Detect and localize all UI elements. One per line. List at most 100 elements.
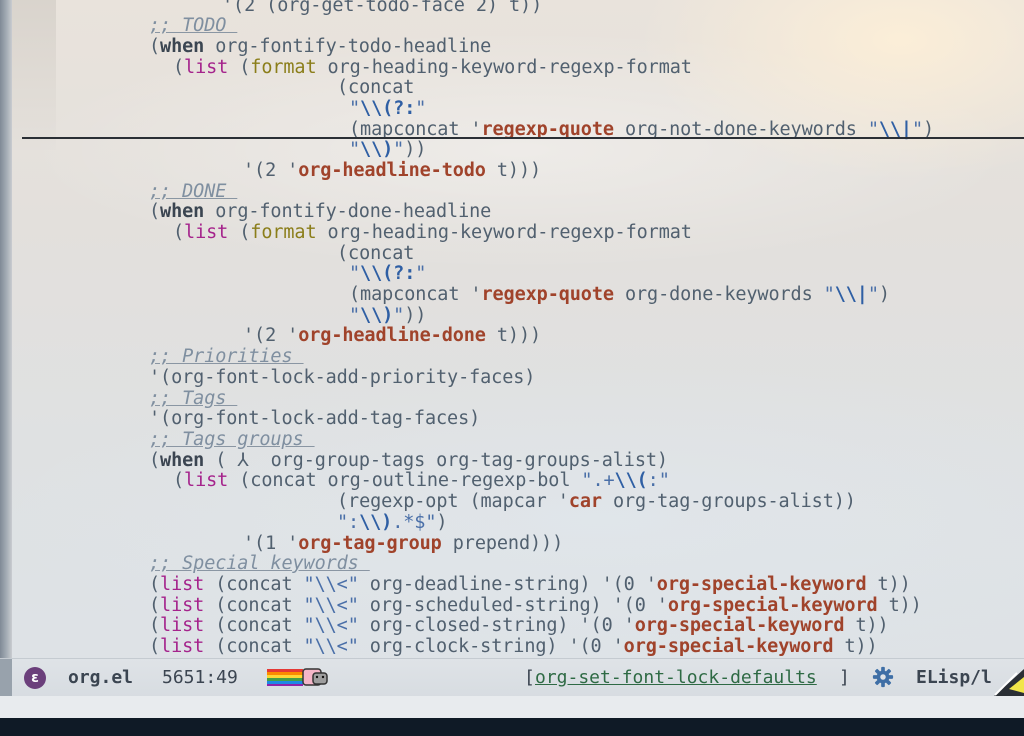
code-token: org-heading-keyword-regexp-format bbox=[316, 222, 692, 243]
code-token: list bbox=[160, 574, 205, 595]
code-token: org-closed-string) '(0 ' bbox=[358, 615, 635, 636]
code-token: ( bbox=[228, 222, 251, 243]
code-token: car bbox=[568, 491, 602, 512]
code-line[interactable]: (list (format org-heading-keyword-regexp… bbox=[173, 58, 692, 78]
code-line[interactable]: (list (concat "\\<" org-deadline-string)… bbox=[149, 575, 911, 595]
code-token: prepend))) bbox=[441, 533, 564, 554]
code-line[interactable]: '(org-font-lock-add-priority-faces) bbox=[149, 368, 535, 388]
code-buffer[interactable]: '(2 (org-get-todo-face 2) t));; TODO (wh… bbox=[0, 0, 1024, 658]
code-token: ( bbox=[149, 574, 161, 595]
buffer-name[interactable]: org.el bbox=[68, 667, 133, 688]
code-line[interactable]: ;; Priorities bbox=[149, 347, 304, 367]
code-token: \\(?: bbox=[360, 98, 416, 119]
code-token: list bbox=[184, 470, 229, 491]
code-token: " bbox=[415, 263, 427, 284]
code-line[interactable]: "\\(?:" bbox=[349, 264, 426, 284]
code-line[interactable]: (list (concat "\\<" org-clock-string) '(… bbox=[149, 637, 878, 657]
code-token: org-headline-todo bbox=[298, 160, 486, 181]
code-token: (concat bbox=[204, 636, 304, 657]
code-line[interactable]: '(2 'org-headline-todo t))) bbox=[243, 161, 541, 181]
code-token: '(org-font-lock-add-tag-faces) bbox=[149, 408, 481, 429]
code-line[interactable]: ;; DONE bbox=[149, 182, 237, 202]
emacs-icon[interactable]: ε bbox=[24, 667, 46, 689]
code-line[interactable]: ;; TODO bbox=[149, 16, 237, 36]
code-token: ": bbox=[337, 512, 360, 533]
code-token: list bbox=[184, 222, 229, 243]
code-line[interactable]: "\\)")) bbox=[349, 140, 426, 160]
code-token: org-clock-string) '(0 ' bbox=[358, 636, 624, 657]
code-token: org-fontify-todo-headline bbox=[204, 36, 492, 57]
code-token: ( bbox=[228, 57, 251, 78]
code-line[interactable]: '(2 'org-headline-done t))) bbox=[243, 326, 541, 346]
code-line[interactable]: (when ( ⅄ org-group-tags org-tag-groups-… bbox=[149, 451, 668, 471]
cursor-position: 5651:49 bbox=[162, 667, 238, 688]
code-token: org-special-keyword bbox=[634, 615, 845, 636]
code-token: ;; TODO bbox=[149, 15, 238, 36]
gear-icon[interactable] bbox=[872, 666, 894, 688]
code-token: ( bbox=[173, 470, 185, 491]
code-token: \\) bbox=[359, 512, 393, 533]
code-line[interactable]: (concat bbox=[337, 78, 414, 98]
code-token: (mapconcat ' bbox=[349, 284, 482, 305]
code-token: list bbox=[160, 615, 205, 636]
code-token: " bbox=[823, 284, 835, 305]
current-function-link[interactable]: org-set-font-lock-defaults bbox=[535, 667, 817, 688]
code-token: t)) bbox=[833, 636, 878, 657]
code-line[interactable]: (list (concat "\\<" org-closed-string) '… bbox=[149, 616, 889, 636]
code-token: org-tag-group bbox=[298, 533, 442, 554]
code-token: ;; DONE bbox=[149, 181, 238, 202]
code-token: ".+ bbox=[581, 470, 615, 491]
code-line[interactable]: (list (format org-heading-keyword-regexp… bbox=[173, 223, 692, 243]
code-token: :" bbox=[647, 470, 670, 491]
code-token: '(2 ' bbox=[243, 160, 299, 181]
code-token: org-deadline-string) '(0 ' bbox=[358, 574, 657, 595]
code-token: t)) bbox=[877, 595, 922, 616]
code-line[interactable]: (concat bbox=[337, 244, 414, 264]
code-line[interactable]: ;; Tags groups bbox=[149, 430, 315, 450]
code-token: (concat bbox=[204, 595, 304, 616]
code-line[interactable]: "\\)")) bbox=[349, 306, 426, 326]
code-line[interactable]: (when org-fontify-todo-headline bbox=[149, 37, 491, 57]
code-token: )) bbox=[404, 139, 427, 160]
code-line[interactable]: '(org-font-lock-add-tag-faces) bbox=[149, 409, 480, 429]
code-line[interactable]: ;; Tags bbox=[149, 389, 237, 409]
code-line[interactable]: "\\(?:" bbox=[349, 99, 426, 119]
code-line[interactable]: '(2 (org-get-todo-face 2) t)) bbox=[222, 0, 542, 16]
code-token: )) bbox=[404, 305, 427, 326]
code-token: " bbox=[349, 139, 361, 160]
code-token: list bbox=[160, 636, 205, 657]
code-token: (concat bbox=[204, 574, 304, 595]
code-token: org-headline-done bbox=[298, 325, 486, 346]
code-token: '(1 ' bbox=[243, 533, 299, 554]
code-token: ) bbox=[436, 512, 448, 533]
taskbar bbox=[0, 718, 1024, 736]
code-token: '(org-font-lock-add-priority-faces) bbox=[149, 367, 536, 388]
code-token: " bbox=[349, 263, 361, 284]
code-line[interactable]: ":\\).*$") bbox=[337, 512, 448, 533]
code-line[interactable]: (list (concat org-outline-regexp-bol ".+… bbox=[173, 471, 670, 491]
code-token: org-heading-keyword-regexp-format bbox=[316, 57, 692, 78]
code-token: ( bbox=[173, 57, 185, 78]
function-bracket-open: [ bbox=[524, 667, 535, 688]
major-mode[interactable]: ELisp/l bbox=[916, 667, 992, 688]
code-token: ( bbox=[149, 201, 161, 222]
code-line[interactable]: (mapconcat 'regexp-quote org-done-keywor… bbox=[349, 285, 890, 305]
code-token: (regexp-opt (mapcar ' bbox=[337, 491, 569, 512]
code-line[interactable]: (list (concat "\\<" org-scheduled-string… bbox=[149, 596, 922, 616]
mode-line-corner-decoration bbox=[993, 669, 1024, 697]
code-token: when bbox=[160, 201, 205, 222]
code-token: " bbox=[349, 98, 361, 119]
code-token: \\) bbox=[360, 139, 394, 160]
code-token: " bbox=[393, 139, 405, 160]
code-token: ( bbox=[149, 450, 161, 471]
code-token: " bbox=[393, 305, 405, 326]
code-line[interactable]: '(1 'org-tag-group prepend))) bbox=[243, 534, 563, 554]
code-line[interactable]: (regexp-opt (mapcar 'car org-tag-groups-… bbox=[337, 492, 856, 512]
code-token: ( bbox=[149, 615, 161, 636]
code-token: ;; Tags groups bbox=[149, 429, 315, 450]
code-line[interactable]: ;; Special keywords bbox=[149, 554, 370, 574]
code-token: t))) bbox=[485, 160, 542, 181]
code-token: " bbox=[415, 98, 427, 119]
code-token: org-done-keywords bbox=[613, 284, 824, 305]
code-line[interactable]: (when org-fontify-done-headline bbox=[149, 202, 491, 222]
